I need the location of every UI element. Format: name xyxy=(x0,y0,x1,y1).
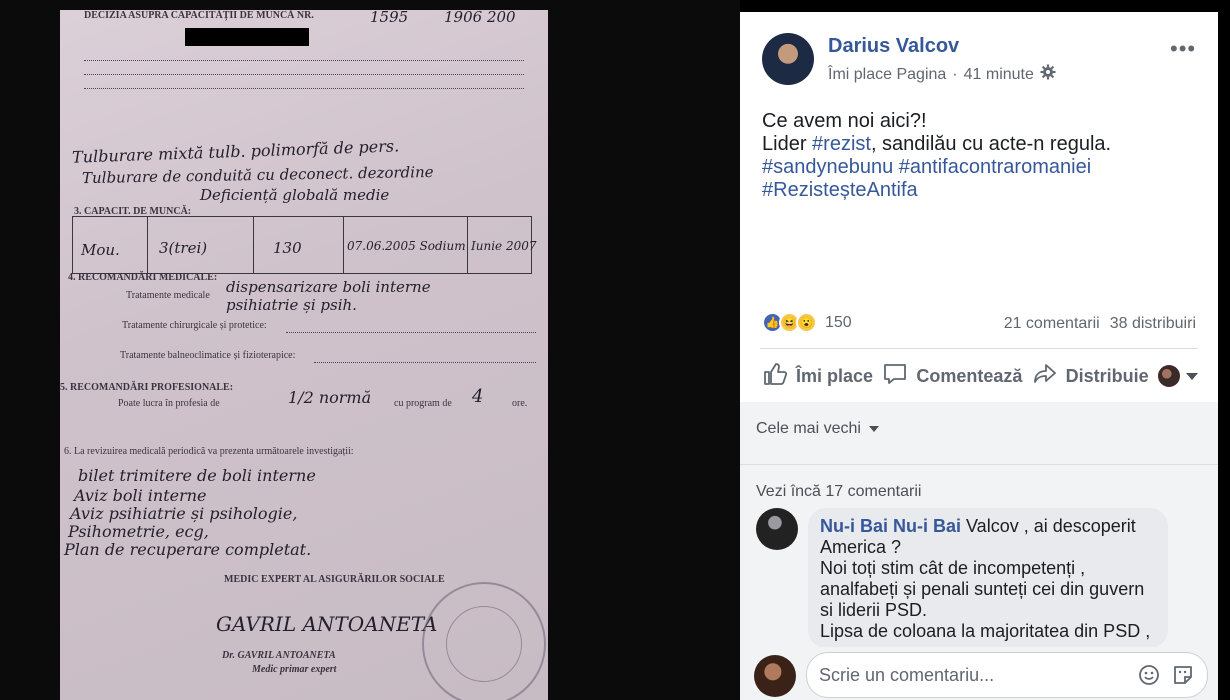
revision-item: bilet trimitere de boli interne xyxy=(78,466,316,485)
hashtag-link[interactable]: #RezisteșteAntifa xyxy=(762,179,918,201)
author-name[interactable]: Darius Valcov xyxy=(828,35,959,58)
wow-reaction-icon: 😮 xyxy=(796,312,817,333)
document-image: DECIZIA ASUPRA CAPACITĂȚII DE MUNCĂ NR. … xyxy=(60,10,548,700)
treat-balneo-label: Tratamente balneoclimatice și fizioterap… xyxy=(120,350,296,361)
sticker-icon[interactable] xyxy=(1171,663,1195,687)
post-line: #RezisteșteAntifa xyxy=(762,179,1202,202)
hashtag-link[interactable]: #rezist xyxy=(812,133,871,155)
doc-header: DECIZIA ASUPRA CAPACITĂȚII DE MUNCĂ NR. xyxy=(84,10,314,21)
diagnosis-line: Tulburare de conduită cu deconect. dezor… xyxy=(81,162,434,188)
emoji-icon[interactable] xyxy=(1137,663,1161,687)
comment-button[interactable]: Comentează xyxy=(882,361,1022,392)
author-avatar[interactable] xyxy=(762,33,814,85)
revision-item: Psihometrie, ecg, xyxy=(68,522,209,541)
view-more-comments[interactable]: Vezi încă 17 comentarii xyxy=(756,483,921,501)
like-button[interactable]: Îmi place xyxy=(762,361,873,392)
professional-label: 5. RECOMANDĂRI PROFESIONALE: xyxy=(60,382,234,393)
redaction-bar xyxy=(185,28,309,46)
hours-label: ore. xyxy=(512,398,528,409)
capacity-grid: Mou. 3(trei) 130 07.06.2005 Sodium Iunie… xyxy=(72,216,537,274)
share-icon xyxy=(1032,361,1058,392)
more-icon[interactable]: ••• xyxy=(1170,36,1196,62)
post-line: Ce avem noi aici?! xyxy=(762,110,927,132)
treatment-text: dispensarizare boli interne psihiatrie ș… xyxy=(226,278,431,314)
doc-number: 1595 xyxy=(370,10,409,26)
comments-count[interactable]: 21 comentarii xyxy=(1004,315,1100,333)
post-stats: 21 comentarii 38 distribuiri xyxy=(1004,315,1196,333)
grid-value: Iunie 2007 xyxy=(471,239,537,253)
comment-icon xyxy=(882,361,908,392)
post-line-text: , sandilău cu acte-n regula. xyxy=(870,133,1112,155)
action-bar: Îmi place Comentează Distribuie xyxy=(762,356,1198,396)
hashtag-link[interactable]: #sandynebunu xyxy=(762,156,893,178)
post-text: Ce avem noi aici?! Lider #rezist, sandil… xyxy=(762,110,1202,202)
grid-value: Mou. xyxy=(81,241,120,259)
commenter-name[interactable]: Nu-i Bai Nu-i Bai xyxy=(820,516,961,536)
comment-label: Comentează xyxy=(916,365,1023,386)
post-line-text: Lider xyxy=(762,133,813,155)
hashtag-link[interactable]: #antifacontraromaniei xyxy=(899,156,1091,178)
share-label: Distribuie xyxy=(1065,365,1149,386)
post-line: Lider #rezist, sandilău cu acte-n regula… xyxy=(762,133,1202,156)
divider xyxy=(740,464,1218,465)
chevron-down-icon xyxy=(868,426,879,432)
viewer-selector[interactable] xyxy=(1157,365,1198,387)
doc-line xyxy=(84,88,524,89)
program-label: cu program de xyxy=(394,398,452,409)
comment-bubble: Nu-i Bai Nu-i Bai Valcov , ai descoperit… xyxy=(808,508,1168,648)
doc-line xyxy=(314,362,536,363)
chevron-down-icon xyxy=(1185,372,1198,380)
comment-sort[interactable]: Cele mai vechi xyxy=(756,420,879,438)
treat-surgical-label: Tratamente chirurgicale și protetice: xyxy=(122,320,267,331)
post-panel: Darius Valcov Îmi place Pagina · 41 minu… xyxy=(740,12,1218,700)
post-line: #sandynebunu #antifacontraromaniei xyxy=(762,156,1202,179)
post-meta: Îmi place Pagina · 41 minute xyxy=(828,64,1056,85)
medical-label: 4. RECOMANDĂRI MEDICALE: xyxy=(68,272,218,283)
post-time[interactable]: 41 minute xyxy=(964,66,1034,84)
meta-separator: · xyxy=(952,65,958,83)
stamp-title: Medic primar expert xyxy=(252,664,337,675)
grid-value: 130 xyxy=(273,239,302,257)
comment-text: Noi toți stim cât de incompetenți , anal… xyxy=(820,558,1145,620)
comment-placeholder: Scrie un comentariu... xyxy=(819,664,995,685)
like-page-link[interactable]: Îmi place Pagina xyxy=(828,66,946,84)
post-photo[interactable]: DECIZIA ASUPRA CAPACITĂȚII DE MUNCĂ NR. … xyxy=(0,0,740,700)
viewer-avatar xyxy=(1157,365,1180,387)
reactions-summary[interactable]: 👍 😆 😮 150 xyxy=(762,312,852,333)
revision-item: Plan de recuperare completat. xyxy=(64,540,312,559)
gear-icon[interactable] xyxy=(1040,64,1056,85)
stamp-name: Dr. GAVRIL ANTOANETA xyxy=(222,650,336,661)
doc-line xyxy=(84,74,524,75)
signature: GAVRIL ANTOANETA xyxy=(216,612,438,636)
program-value: 4 xyxy=(472,386,484,407)
like-icon xyxy=(762,361,788,392)
doc-footer: MEDIC EXPERT AL ASIGURĂRILOR SOCIALE xyxy=(224,574,445,585)
shares-count[interactable]: 38 distribuiri xyxy=(1110,315,1196,333)
revision-label: 6. La revizuirea medicală periodică va p… xyxy=(64,446,354,457)
revision-item: Aviz psihiatrie și psihologie, xyxy=(70,504,298,523)
comments-section: Cele mai vechi Vezi încă 17 comentarii N… xyxy=(740,402,1218,700)
divider xyxy=(760,348,1198,349)
diagnosis-line: Tulburare mixtă tulb. polimorfă de pers. xyxy=(71,136,400,167)
profession-value: 1/2 normă xyxy=(288,388,372,407)
doc-line xyxy=(286,332,536,333)
can-work-label: Poate lucra în profesia de xyxy=(118,398,220,409)
revision-item: Aviz boli interne xyxy=(74,486,207,505)
comment-input[interactable]: Scrie un comentariu... xyxy=(806,652,1208,698)
comment-text: Lipsa de coloana la majoritatea din PSD … xyxy=(820,621,1151,641)
reactions-count[interactable]: 150 xyxy=(825,314,852,332)
diagnosis-line: Deficiență globală medie xyxy=(200,186,390,204)
like-label: Îmi place xyxy=(796,365,874,386)
grid-value: 07.06.2005 Sodium xyxy=(347,239,466,253)
share-button[interactable]: Distribuie xyxy=(1032,361,1149,392)
comment-composer: Scrie un comentariu... xyxy=(740,647,1218,700)
commenter-avatar[interactable] xyxy=(756,508,798,550)
doc-date: 1906 200 xyxy=(444,10,516,26)
sort-label: Cele mai vechi xyxy=(756,420,861,437)
grid-value: 3(trei) xyxy=(159,239,208,257)
current-user-avatar xyxy=(754,655,796,697)
treat-medical-label: Tratamente medicale xyxy=(126,290,210,301)
stamp-seal xyxy=(422,582,546,700)
doc-line xyxy=(84,60,524,61)
